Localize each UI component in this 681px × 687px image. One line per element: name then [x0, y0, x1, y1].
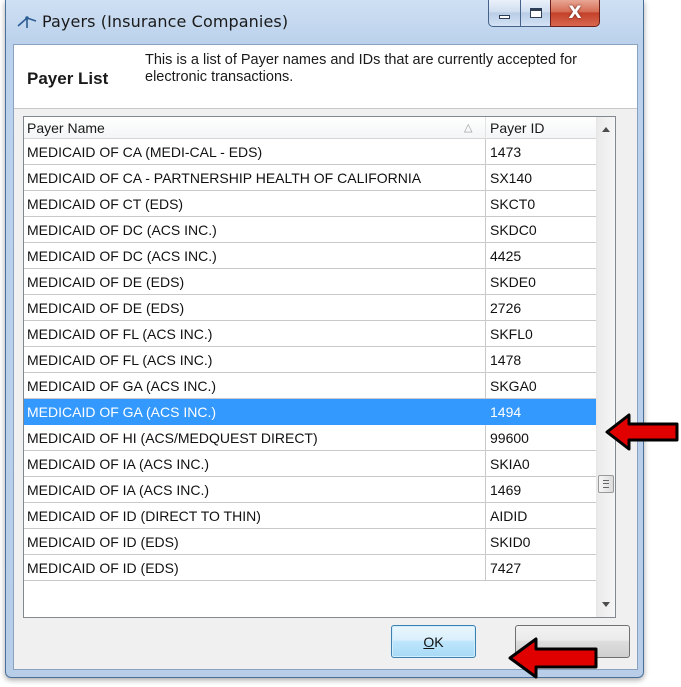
table-row[interactable]: MEDICAID OF FL (ACS INC.) 1478 [24, 347, 597, 373]
payer-grid[interactable]: Payer Name △ Payer ID MEDICAID OF CA (ME… [23, 116, 616, 618]
payer-name-cell: MEDICAID OF GA (ACS INC.) [24, 399, 486, 425]
table-row[interactable]: MEDICAID OF GA (ACS INC.) SKGA0 [24, 373, 597, 399]
payer-id-cell: AIDID [490, 508, 528, 524]
payer-name-cell: MEDICAID OF IA (ACS INC.) [24, 451, 486, 477]
red-arrow-icon [508, 637, 598, 679]
table-row[interactable]: MEDICAID OF HI (ACS/MEDQUEST DIRECT) 9960… [24, 425, 597, 451]
payer-name-cell: MEDICAID OF FL (ACS INC.) [24, 347, 486, 373]
payer-name-cell: MEDICAID OF ID (DIRECT TO THIN) [24, 503, 486, 529]
payer-id-cell: 1478 [490, 352, 522, 368]
payer-id-cell: 7427 [490, 560, 522, 576]
payer-name-cell: MEDICAID OF DC (ACS INC.) [24, 217, 486, 243]
payer-id-cell: 4425 [490, 248, 522, 264]
table-row[interactable]: MEDICAID OF DE (EDS) 2726 [24, 295, 597, 321]
payer-id-cell: 1469 [490, 482, 522, 498]
payer-id-cell: SKFL0 [490, 326, 533, 342]
minimize-icon [499, 15, 510, 19]
table-row[interactable]: MEDICAID OF IA (ACS INC.) SKIA0 [24, 451, 597, 477]
payer-name-cell: MEDICAID OF DC (ACS INC.) [24, 243, 486, 269]
maximize-button[interactable] [520, 0, 551, 27]
payer-name-cell: MEDICAID OF CA (MEDI-CAL - EDS) [24, 139, 486, 165]
payer-name-cell: MEDICAID OF GA (ACS INC.) [24, 373, 486, 399]
table-row[interactable]: MEDICAID OF DC (ACS INC.) 4425 [24, 243, 597, 269]
column-header-label: Payer ID [490, 120, 545, 136]
sort-ascending-icon: △ [464, 122, 473, 134]
screenshot-stage: Payers (Insurance Companies) X Payer Lis… [0, 0, 681, 687]
column-header-label: Payer Name [27, 120, 105, 136]
grid-rows: MEDICAID OF CA (MEDI-CAL - EDS) 1473 MEDIC… [24, 139, 597, 581]
table-row[interactable]: MEDICAID OF ID (EDS) 7427 [24, 555, 597, 581]
close-button[interactable]: X [550, 0, 600, 27]
table-row[interactable]: MEDICAID OF ID (DIRECT TO THIN) AIDID [24, 503, 597, 529]
payer-name-cell: MEDICAID OF ID (EDS) [24, 555, 486, 581]
table-row[interactable]: MEDICAID OF ID (EDS) SKID0 [24, 529, 597, 555]
payer-id-cell: 2726 [490, 300, 522, 316]
payer-id-cell: SKDC0 [490, 222, 537, 238]
window-title: Payers (Insurance Companies) [42, 12, 289, 31]
title-bar[interactable]: Payers (Insurance Companies) X [6, 0, 643, 44]
payer-id-cell: 99600 [490, 430, 529, 446]
scrollbar-thumb[interactable] [598, 475, 614, 493]
payer-id-cell: SKCT0 [490, 196, 536, 212]
page-title: Payer List [27, 69, 109, 88]
payer-id-cell: SKID0 [490, 534, 531, 550]
payer-name-cell: MEDICAID OF CA - PARTNERSHIP HEALTH OF C… [24, 165, 486, 191]
red-arrow-icon [605, 413, 679, 451]
payer-name-cell: MEDICAID OF FL (ACS INC.) [24, 321, 486, 347]
payer-app-icon [17, 16, 37, 28]
table-row[interactable]: MEDICAID OF FL (ACS INC.) SKFL0 [24, 321, 597, 347]
column-header-payer-id[interactable]: Payer ID [486, 117, 597, 139]
payer-name-cell: MEDICAID OF DE (EDS) [24, 295, 486, 321]
ok-mnemonic: O [423, 633, 435, 650]
table-row[interactable]: MEDICAID OF CA (MEDI-CAL - EDS) 1473 [24, 139, 597, 165]
header-description: This is a list of Payer names and IDs th… [145, 52, 577, 85]
payer-name-cell: MEDICAID OF HI (ACS/MEDQUEST DIRECT) [24, 425, 486, 451]
payer-id-cell: SKDE0 [490, 274, 536, 290]
payer-id-cell: SKGA0 [490, 378, 537, 394]
minimize-button[interactable] [488, 0, 521, 27]
ok-label-rest: K [434, 633, 444, 650]
grid-header: Payer Name △ Payer ID [24, 117, 597, 139]
payer-name-cell: MEDICAID OF DE (EDS) [24, 269, 486, 295]
table-row[interactable]: MEDICAID OF GA (ACS INC.) 1494 [24, 399, 597, 425]
table-row[interactable]: MEDICAID OF CA - PARTNERSHIP HEALTH OF C… [24, 165, 597, 191]
payers-window: Payers (Insurance Companies) X Payer Lis… [5, 0, 644, 678]
payer-name-cell: MEDICAID OF CT (EDS) [24, 191, 486, 217]
scroll-down-arrow-icon[interactable] [597, 595, 615, 613]
payer-name-cell: MEDICAID OF IA (ACS INC.) [24, 477, 486, 503]
maximize-icon [529, 8, 542, 18]
header-panel: Payer List This is a list of Payer names… [14, 45, 637, 109]
ok-button[interactable]: OK [391, 625, 476, 658]
table-row[interactable]: MEDICAID OF IA (ACS INC.) 1469 [24, 477, 597, 503]
table-row[interactable]: MEDICAID OF DE (EDS) SKDE0 [24, 269, 597, 295]
close-icon: X [568, 3, 582, 23]
payer-id-cell: 1494 [490, 404, 522, 420]
scroll-grip-icon [603, 480, 609, 488]
scroll-up-arrow-icon[interactable] [597, 121, 615, 139]
vertical-scrollbar[interactable] [596, 117, 615, 617]
payer-name-cell: MEDICAID OF ID (EDS) [24, 529, 486, 555]
column-header-payer-name[interactable]: Payer Name [24, 117, 486, 139]
payer-id-cell: SKIA0 [490, 456, 530, 472]
table-row[interactable]: MEDICAID OF DC (ACS INC.) SKDC0 [24, 217, 597, 243]
dialog-client-area: Payer List This is a list of Payer names… [13, 44, 638, 670]
payer-id-cell: 1473 [490, 144, 522, 160]
table-row[interactable]: MEDICAID OF CT (EDS) SKCT0 [24, 191, 597, 217]
payer-id-cell: SX140 [490, 170, 533, 186]
